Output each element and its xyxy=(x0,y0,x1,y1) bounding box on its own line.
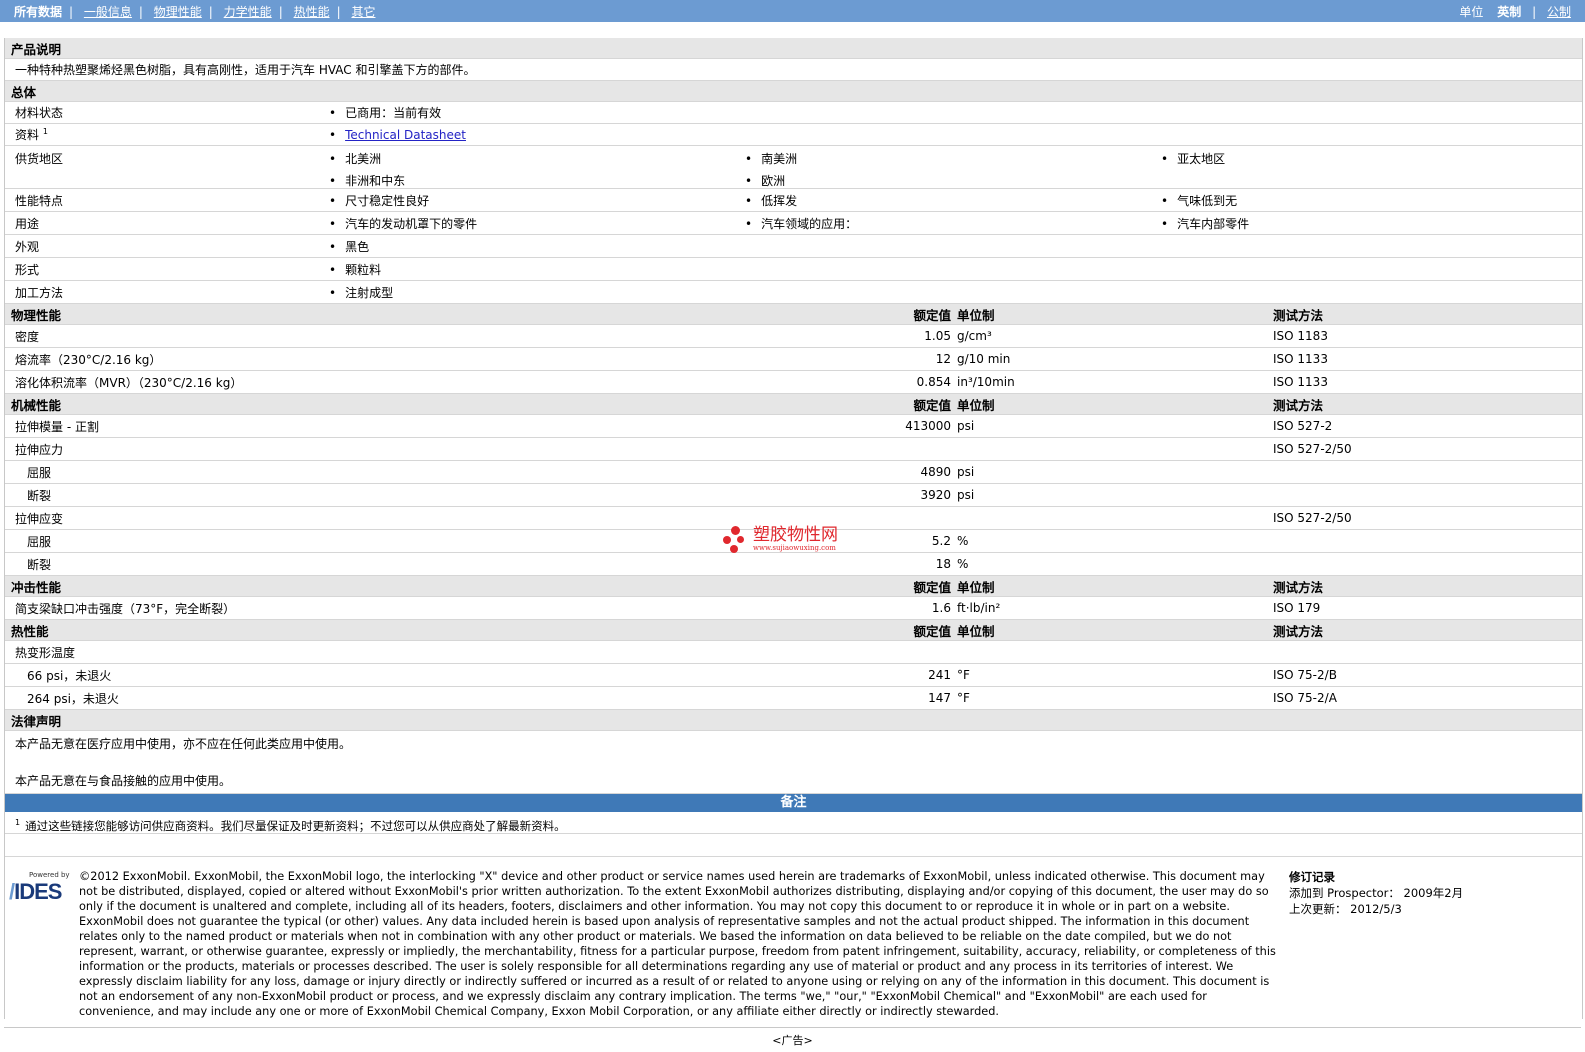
property-row-tensile-modulus: 拉伸模量 - 正割 413000 psi ISO 527-2 xyxy=(5,415,1582,438)
row-material-status: 材料状态 已商用：当前有效 xyxy=(5,102,1582,124)
section-header-product: 产品说明 xyxy=(5,38,1582,59)
legal-statement: 本产品无意在医疗应用中使用，亦不应在任何此类应用中使用。 本产品无意在与食品接触… xyxy=(5,731,1582,794)
tab-all-data[interactable]: 所有数据 xyxy=(14,5,62,19)
property-row-density: 密度 1.05 g/cm³ ISO 1183 xyxy=(5,325,1582,348)
property-row-tensile-stress: 拉伸应力 ISO 527-2/50 xyxy=(5,438,1582,461)
property-row-melt-flow: 熔流率（230°C/2.16 kg） 12 g/10 min ISO 1133 xyxy=(5,348,1582,371)
row-availability: 供货地区 北美洲 南美洲 亚太地区 非洲和中东 欧洲 xyxy=(5,146,1582,189)
section-header-general: 总体 xyxy=(5,81,1582,102)
section-header-mechanical: 机械性能 额定值 单位制 测试方法 xyxy=(5,394,1582,415)
property-row-hdt-66: 66 psi，未退火 241 °F ISO 75-2/B xyxy=(5,664,1582,687)
top-navigation-bar: 所有数据 | 一般信息 | 物理性能 | 力学性能 | 热性能 | 其它 单位 英制 | … xyxy=(0,0,1585,22)
row-features: 性能特点 尺寸稳定性良好 低挥发 气味低到无 xyxy=(5,189,1582,212)
notes-header: 备注 xyxy=(5,794,1582,812)
ides-logo: Powered by /IDES xyxy=(9,871,70,904)
property-row-strain-break: 断裂 18 % xyxy=(5,553,1582,576)
ad-placeholder[interactable]: <广告> xyxy=(0,1032,1585,1048)
property-row-stress-yield: 屈服 4890 psi xyxy=(5,461,1582,484)
row-form: 形式 颗粒料 xyxy=(5,258,1582,281)
footnote: 1 通过这些链接您能够访问供应商资料。我们尽量保证及时更新资料；不过您可以从供应商… xyxy=(5,812,1582,834)
section-header-physical: 物理性能 额定值 单位制 测试方法 xyxy=(5,304,1582,325)
section-header-impact: 冲击性能 额定值 单位制 测试方法 xyxy=(5,576,1582,597)
section-header-thermal: 热性能 额定值 单位制 测试方法 xyxy=(5,620,1582,641)
footer: Powered by /IDES ©2012 ExxonMobil. Exxon… xyxy=(5,856,1582,1019)
row-processing: 加工方法 注射成型 xyxy=(5,281,1582,304)
data-tabs: 所有数据 | 一般信息 | 物理性能 | 力学性能 | 热性能 | 其它 xyxy=(14,4,376,19)
property-row-charpy: 简支梁缺口冲击强度（73°F，完全断裂） 1.6 ft·lb/in² ISO 1… xyxy=(5,597,1582,620)
legal-line-food: 本产品无意在与食品接触的应用中使用。 xyxy=(15,774,232,788)
dots-icon xyxy=(723,524,749,554)
technical-datasheet-link[interactable]: Technical Datasheet xyxy=(345,128,466,142)
tab-thermal[interactable]: 热性能 xyxy=(294,5,330,19)
product-description: 一种特种热塑聚烯烃黑色树脂，具有高刚性，适用于汽车 HVAC 和引擎盖下方的部件… xyxy=(5,59,1582,81)
unit-metric-link[interactable]: 公制 xyxy=(1547,5,1571,19)
datasheet: 产品说明 一种特种热塑聚烯烃黑色树脂，具有高刚性，适用于汽车 HVAC 和引擎盖… xyxy=(4,38,1583,1019)
row-uses: 用途 汽车的发动机罩下的零件 汽车领域的应用： 汽车内部零件 xyxy=(5,212,1582,235)
unit-switcher: 单位 英制 | 公制 xyxy=(1459,4,1571,19)
legal-line-medical: 本产品无意在医疗应用中使用，亦不应在任何此类应用中使用。 xyxy=(15,737,352,751)
property-row-hdt-264: 264 psi，未退火 147 °F ISO 75-2/A xyxy=(5,687,1582,710)
tab-mechanical[interactable]: 力学性能 xyxy=(224,5,272,19)
row-sources: 资料 1 Technical Datasheet xyxy=(5,124,1582,146)
copyright-disclaimer: ©2012 ExxonMobil. ExxonMobil, the ExxonM… xyxy=(79,870,1276,1018)
section-header-legal: 法律声明 xyxy=(5,710,1582,731)
property-row-stress-break: 断裂 3920 psi xyxy=(5,484,1582,507)
row-appearance: 外观 黑色 xyxy=(5,235,1582,258)
property-row-mvr: 溶化体积流率（MVR）（230°C/2.16 kg） 0.854 in³/10m… xyxy=(5,371,1582,394)
revision-history: 修订记录 添加到 Prospector： 2009年2月 上次更新： 2012/… xyxy=(1289,870,1464,916)
watermark-logo: 塑胶物性网 www.sujiaowuxing.com xyxy=(723,524,838,554)
tab-other[interactable]: 其它 xyxy=(351,5,375,19)
unit-label: 单位 xyxy=(1459,4,1484,19)
property-row-hdt: 热变形温度 xyxy=(5,641,1582,664)
unit-imperial: 英制 xyxy=(1497,4,1522,19)
tab-general-info[interactable]: 一般信息 xyxy=(84,5,132,19)
tab-physical[interactable]: 物理性能 xyxy=(154,5,202,19)
